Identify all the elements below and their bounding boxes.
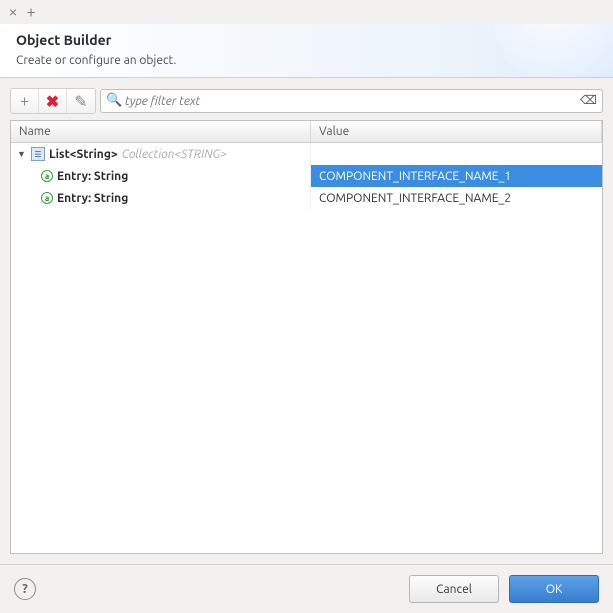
- add-button[interactable]: +: [11, 89, 39, 113]
- root-value: [311, 143, 602, 165]
- pencil-icon: ✎: [74, 92, 87, 111]
- toolbar: + ✖ ✎ 🔍 ⌫: [10, 88, 603, 114]
- root-label: List<String>: [49, 148, 118, 161]
- entry-label: Entry: String: [57, 192, 128, 205]
- search-icon: 🔍: [106, 93, 122, 108]
- col-name[interactable]: Name: [11, 121, 311, 142]
- entry-icon: a: [41, 170, 53, 182]
- close-icon[interactable]: ×: [8, 7, 18, 17]
- help-button[interactable]: ?: [14, 578, 36, 600]
- dialog-footer: ? Cancel OK: [0, 564, 613, 613]
- dialog-window: × + Object Builder Create or configure a…: [0, 0, 613, 613]
- entry-value[interactable]: COMPONENT_INTERFACE_NAME_1: [311, 165, 602, 187]
- search-wrap: 🔍 ⌫: [100, 89, 603, 113]
- expand-icon[interactable]: ▼: [17, 149, 27, 159]
- col-value[interactable]: Value: [311, 121, 602, 142]
- entry-icon: a: [41, 192, 53, 204]
- clear-icon[interactable]: ⌫: [580, 93, 597, 107]
- remove-button[interactable]: ✖: [39, 89, 67, 113]
- plus-icon: +: [20, 92, 29, 110]
- entry-value[interactable]: COMPONENT_INTERFACE_NAME_2: [311, 187, 602, 209]
- tree-root-row[interactable]: ▼ ☰ List<String> Collection<STRING>: [11, 143, 602, 165]
- x-icon: ✖: [46, 92, 59, 111]
- root-hint: Collection<STRING>: [122, 148, 227, 161]
- new-tab-icon[interactable]: +: [26, 7, 36, 17]
- filter-input[interactable]: [100, 89, 603, 113]
- tree-row[interactable]: a Entry: String COMPONENT_INTERFACE_NAME…: [11, 165, 602, 187]
- entry-label: Entry: String: [57, 170, 128, 183]
- ok-button[interactable]: OK: [509, 575, 599, 603]
- cancel-button[interactable]: Cancel: [409, 575, 499, 603]
- edit-button[interactable]: ✎: [67, 89, 95, 113]
- table-header: Name Value: [11, 121, 602, 143]
- toolbar-group: + ✖ ✎: [10, 88, 96, 114]
- dialog-body: + ✖ ✎ 🔍 ⌫ Name Value ▼ ☰ List<String> C: [0, 78, 613, 564]
- tree-row[interactable]: a Entry: String COMPONENT_INTERFACE_NAME…: [11, 187, 602, 209]
- titlebar: × +: [0, 0, 613, 24]
- dialog-title: Object Builder: [16, 32, 597, 48]
- list-icon: ☰: [31, 147, 45, 161]
- tree-table: Name Value ▼ ☰ List<String> Collection<S…: [10, 120, 603, 554]
- dialog-header: Object Builder Create or configure an ob…: [0, 24, 613, 78]
- dialog-subtitle: Create or configure an object.: [16, 54, 597, 67]
